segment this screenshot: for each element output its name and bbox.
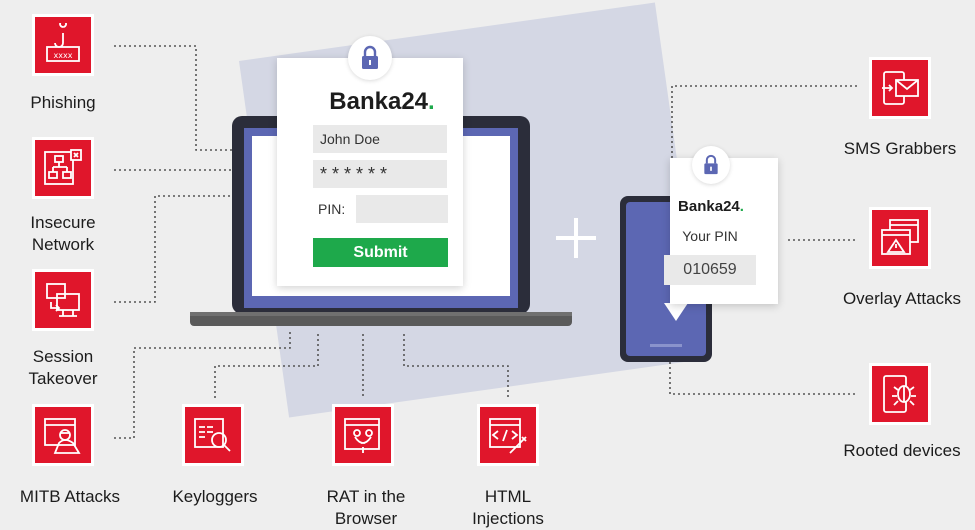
session-takeover-icon (35, 272, 91, 328)
insecure-network-icon (35, 140, 91, 196)
login-lock-badge (348, 36, 392, 80)
phone-brand: Banka24. (678, 198, 744, 215)
overlay-attacks-label: Overlay Attacks (842, 289, 962, 308)
laptop-hinge (190, 312, 572, 316)
brand-dot: . (428, 88, 435, 115)
password-field[interactable]: ****** (313, 160, 447, 188)
keylogger-icon (185, 407, 241, 463)
mitb-attacks-label: MITB Attacks (19, 487, 121, 506)
rooted-device-icon (872, 366, 928, 422)
lock-icon (704, 154, 718, 175)
brand-name: Banka24 (678, 198, 740, 215)
pin-code-display: 010659 (664, 255, 756, 285)
username-field[interactable]: John Doe (313, 125, 447, 153)
label-line: RAT in the (326, 487, 406, 506)
html-injection-icon (480, 407, 536, 463)
label-line: Insecure (30, 213, 96, 232)
label-line: Session (32, 347, 94, 366)
your-pin-label: Your PIN (682, 228, 738, 244)
insecure-network-label: Insecure Network (30, 212, 95, 256)
keyloggers-label: Keyloggers (172, 487, 258, 506)
brand-dot: . (739, 198, 744, 215)
phishing-hook-icon: xxxx (35, 17, 91, 73)
session-takeover-label: Session Takeover (29, 346, 98, 390)
label-line: Injections (472, 509, 544, 528)
brand-name: Banka24 (329, 88, 429, 115)
login-brand: Banka24. (329, 88, 434, 116)
rat-in-browser-icon (335, 407, 391, 463)
html-injections-label: HTML Injections (472, 486, 544, 530)
phone-lock-badge (692, 146, 730, 184)
pin-label: PIN: (318, 201, 346, 217)
lock-icon (362, 45, 378, 69)
label-line: Network (31, 235, 95, 254)
sms-grabbers-label: SMS Grabbers (843, 139, 957, 158)
pin-input[interactable] (356, 195, 448, 223)
svg-text:xxxx: xxxx (54, 51, 73, 60)
label-line: Takeover (28, 369, 98, 388)
label-line: Browser (334, 509, 398, 528)
plus-icon (556, 218, 596, 258)
phishing-label: Phishing (30, 93, 96, 112)
label-line: HTML (484, 487, 532, 506)
diagram: Banka24. John Doe ****** PIN: Submit Ban… (0, 0, 975, 530)
rooted-devices-label: Rooted devices (843, 441, 961, 460)
rat-in-browser-label: RAT in the Browser (327, 486, 406, 530)
overlay-attack-icon (872, 210, 928, 266)
submit-button[interactable]: Submit (313, 238, 448, 267)
sms-grabber-icon (872, 60, 928, 116)
phone-card-pointer (664, 303, 688, 321)
phone-home-bar (650, 344, 682, 347)
mitb-attack-icon (35, 407, 91, 463)
